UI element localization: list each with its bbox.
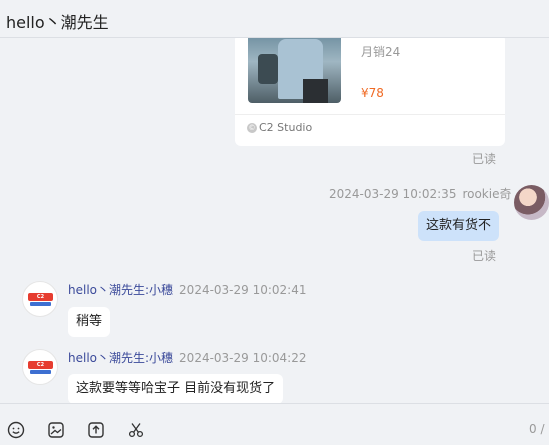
message-meta: hello丶潮先生:小穗 2024-03-29 10:02:41 [68,281,307,298]
chat-header: hello丶潮先生 [0,0,549,38]
product-thumbnail[interactable] [248,38,341,103]
message-user: rookie奇 [462,187,512,201]
chat-history[interactable]: 月销24 ¥78 © C2 Studio 已读 2024-03-29 10:02… [0,38,549,403]
card-divider [235,114,505,115]
shop-avatar[interactable]: C2 STUDIO [22,349,58,385]
emoji-icon[interactable] [5,419,27,441]
upload-icon[interactable] [85,419,107,441]
read-status: 已读 [472,249,497,263]
input-toolbar: 0 / 500 [0,403,549,445]
message-bubble-incoming[interactable]: 稍等 [68,307,111,337]
message-time: 2024-03-29 10:04:22 [179,351,307,365]
product-price: ¥78 [361,86,384,100]
sender-name: hello丶潮先生:小穗 [68,351,174,365]
image-icon[interactable] [45,419,67,441]
message-bubble-incoming[interactable]: 这款要等等哈宝子 目前没有现货了 [68,374,284,403]
shop-icon: © [247,122,257,133]
message-time: 2024-03-29 10:02:35 [329,187,457,201]
char-counter: 0 / 500 [529,422,549,436]
user-avatar[interactable] [514,185,549,220]
shop-avatar[interactable]: C2 STUDIO [22,281,58,317]
message-meta: hello丶潮先生:小穗 2024-03-29 10:04:22 [68,349,307,366]
shop-logo: C2 STUDIO [28,361,53,376]
product-shop[interactable]: © C2 Studio [247,121,312,134]
product-sales: 月销24 [361,45,401,59]
message-bubble-outgoing[interactable]: 这款有货不 [418,211,500,241]
product-card[interactable]: 月销24 ¥78 © C2 Studio [235,38,505,146]
message-time: 2024-03-29 10:02:41 [179,283,307,297]
sender-name: hello丶潮先生:小穗 [68,283,174,297]
chat-title: hello丶潮先生 [6,13,109,32]
read-status: 已读 [472,152,497,166]
shop-name: C2 Studio [259,121,313,134]
shop-logo: C2 STUDIO [28,293,53,308]
message-meta: 2024-03-29 10:02:35 rookie奇 [329,185,511,202]
scissors-icon[interactable] [125,419,147,441]
